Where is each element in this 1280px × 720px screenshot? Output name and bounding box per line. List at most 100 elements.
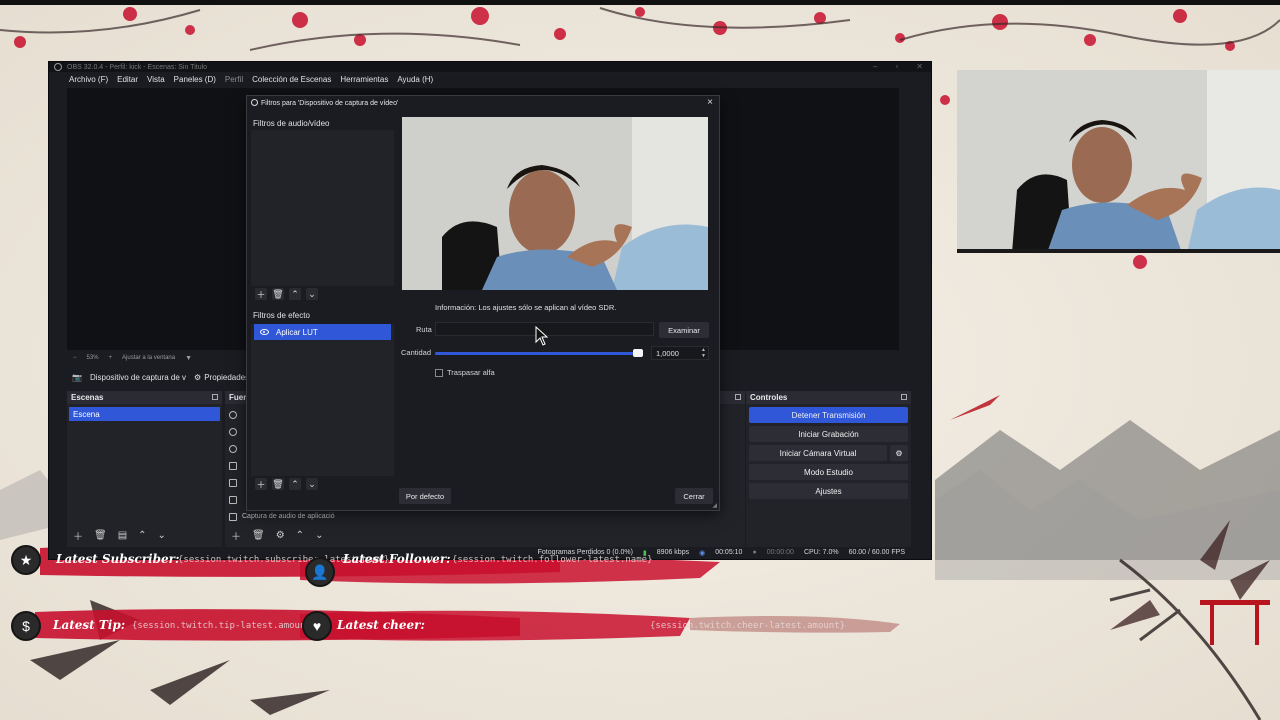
remove-scene-icon[interactable]: 🗑 (94, 530, 107, 541)
move-up-icon[interactable]: ⌃ (289, 288, 301, 300)
top-black-strip (0, 0, 1280, 5)
start-recording-button[interactable]: Iniciar Grabación (749, 426, 908, 442)
move-down-icon[interactable]: ⌄ (306, 478, 318, 490)
latest-cheer-label: Latest cheer: (337, 618, 425, 632)
amount-label: Cantidad (401, 348, 432, 357)
obs-window-title: OBS 32.0.4 - Perfil: kick - Escenas: Sin… (67, 63, 208, 71)
obs-titlebar: OBS 32.0.4 - Perfil: kick - Escenas: Sin… (49, 62, 931, 72)
minimize-icon[interactable]: – (873, 62, 877, 71)
amount-slider[interactable] (435, 349, 643, 357)
defaults-button[interactable]: Por defecto (399, 488, 451, 504)
menu-ayuda[interactable]: Ayuda (H) (397, 75, 433, 84)
stop-stream-button[interactable]: Detener Transmisión (749, 407, 908, 423)
amount-spinbox[interactable]: 1,0000 ▲ ▼ (651, 346, 709, 360)
browser-icon (229, 427, 237, 436)
studio-mode-button[interactable]: Modo Estudio (749, 464, 908, 480)
cpu-usage: CPU: 7.0% (803, 549, 839, 556)
camera-icon (229, 410, 237, 419)
menu-archivo[interactable]: Archivo (F) (69, 75, 108, 84)
move-up-icon[interactable]: ⌃ (289, 478, 301, 490)
scene-item[interactable]: Escena (69, 407, 220, 421)
source-properties-icon[interactable]: ⚙ (276, 530, 285, 541)
latest-follower-value: {session.twitch.follower-latest.name} (452, 555, 653, 565)
webcam-preview-image (402, 117, 708, 290)
record-icon: ● (752, 549, 757, 556)
remove-source-icon[interactable]: 🗑 (252, 530, 265, 541)
move-down-icon[interactable]: ⌄ (306, 288, 318, 300)
sdr-info-text: Información: Los ajustes sólo se aplican… (435, 303, 617, 312)
move-up-icon[interactable]: ⌃ (296, 530, 304, 541)
webcam-overlay-image (957, 70, 1280, 249)
amount-slider-fill (435, 352, 643, 355)
add-scene-icon[interactable]: ＋ (73, 528, 83, 543)
add-filter-icon[interactable]: ＋ (255, 288, 267, 300)
dialog-title: Filtros para 'Dispositivo de captura de … (261, 99, 399, 107)
menu-coleccion-escenas[interactable]: Colección de Escenas (252, 75, 331, 84)
bitrate: 8906 kbps (656, 549, 690, 556)
undock-icon[interactable] (901, 394, 907, 400)
settings-button[interactable]: Ajustes (749, 483, 908, 499)
menu-perfil[interactable]: Perfil (225, 75, 243, 84)
gear-icon: ⚙ (194, 372, 202, 382)
resize-grip-icon[interactable]: ◢ (712, 502, 717, 509)
remove-filter-icon[interactable]: 🗑 (272, 288, 284, 300)
undock-icon[interactable] (212, 394, 218, 400)
undock-icon[interactable] (735, 394, 741, 400)
close-window-icon[interactable]: ✕ (916, 62, 923, 71)
zoom-fit-select[interactable]: Ajustar a la ventana (122, 355, 175, 361)
close-icon[interactable]: × (707, 97, 713, 108)
filters-left-panel: Filtros de audio/vídeo ＋ 🗑 ⌃ ⌄ Filtros d… (251, 116, 394, 492)
zoom-in-button[interactable]: + (109, 355, 113, 361)
move-up-icon[interactable]: ⌃ (138, 530, 146, 541)
star-icon: ★ (11, 545, 41, 575)
latest-follower-label: Latest Follower: (343, 552, 451, 566)
virtual-cam-settings-button[interactable]: ⚙ (890, 445, 908, 461)
record-time: 00:00:00 (766, 549, 794, 556)
browser-icon (229, 444, 237, 453)
audio-video-filters-list[interactable] (251, 130, 394, 286)
chevron-down-icon[interactable]: ▼ (185, 355, 192, 362)
close-button[interactable]: Cerrar (675, 488, 713, 504)
controls-title: Controles (750, 393, 788, 402)
menu-paneles[interactable]: Paneles (D) (174, 75, 216, 84)
properties-button[interactable]: ⚙ Propiedades (194, 373, 249, 382)
scene-filters-icon[interactable]: ▤ (118, 530, 127, 541)
audio-video-filters-label: Filtros de audio/vídeo (253, 118, 330, 128)
effect-filter-item[interactable]: Aplicar LUT (254, 324, 391, 340)
latest-tip-label: Latest Tip: (53, 618, 126, 632)
amount-slider-handle[interactable] (633, 349, 643, 357)
audio-video-filters-toolbar: ＋ 🗑 ⌃ ⌄ (251, 286, 394, 302)
fps: 60.00 / 60.00 FPS (848, 549, 905, 556)
add-filter-icon[interactable]: ＋ (255, 478, 267, 490)
effect-filters-list: Aplicar LUT (251, 324, 394, 476)
properties-label: Propiedades (204, 372, 250, 382)
browse-button[interactable]: Examinar (659, 322, 709, 338)
remove-filter-icon[interactable]: 🗑 (272, 478, 284, 490)
move-down-icon[interactable]: ⌄ (158, 530, 166, 541)
menu-herramientas[interactable]: Herramientas (340, 75, 388, 84)
obs-logo-icon (251, 99, 258, 106)
move-down-icon[interactable]: ⌄ (315, 530, 323, 541)
path-label: Ruta (416, 325, 432, 334)
effect-filter-name: Aplicar LUT (276, 327, 318, 337)
controls-dock-title: Controles (746, 391, 911, 404)
scenes-title: Escenas (71, 393, 104, 402)
eye-icon[interactable] (260, 329, 269, 335)
spin-arrows-icon[interactable]: ▲ ▼ (701, 347, 706, 359)
add-source-icon[interactable]: ＋ (231, 528, 241, 543)
scenes-toolbar: ＋ 🗑 ▤ ⌃ ⌄ (73, 528, 166, 543)
stream-time: 00:05:10 (715, 549, 743, 556)
cheer-icon: ♥ (302, 611, 332, 641)
menu-editar[interactable]: Editar (117, 75, 138, 84)
maximize-icon[interactable]: ▫ (895, 62, 898, 71)
latest-cheer-value: {session.twitch.cheer-latest.amount} (650, 621, 846, 631)
menu-vista[interactable]: Vista (147, 75, 165, 84)
scenes-dock: Escenas Escena ＋ 🗑 ▤ ⌃ ⌄ (67, 391, 222, 547)
dollar-icon: $ (11, 611, 41, 641)
dialog-titlebar: Filtros para 'Dispositivo de captura de … (247, 96, 719, 110)
display-icon (229, 478, 237, 487)
zoom-value: 53% (86, 355, 99, 361)
zoom-out-button[interactable]: − (73, 355, 77, 361)
pass-alpha-checkbox[interactable] (435, 368, 443, 377)
start-virtual-cam-button[interactable]: Iniciar Cámara Virtual (749, 445, 887, 461)
